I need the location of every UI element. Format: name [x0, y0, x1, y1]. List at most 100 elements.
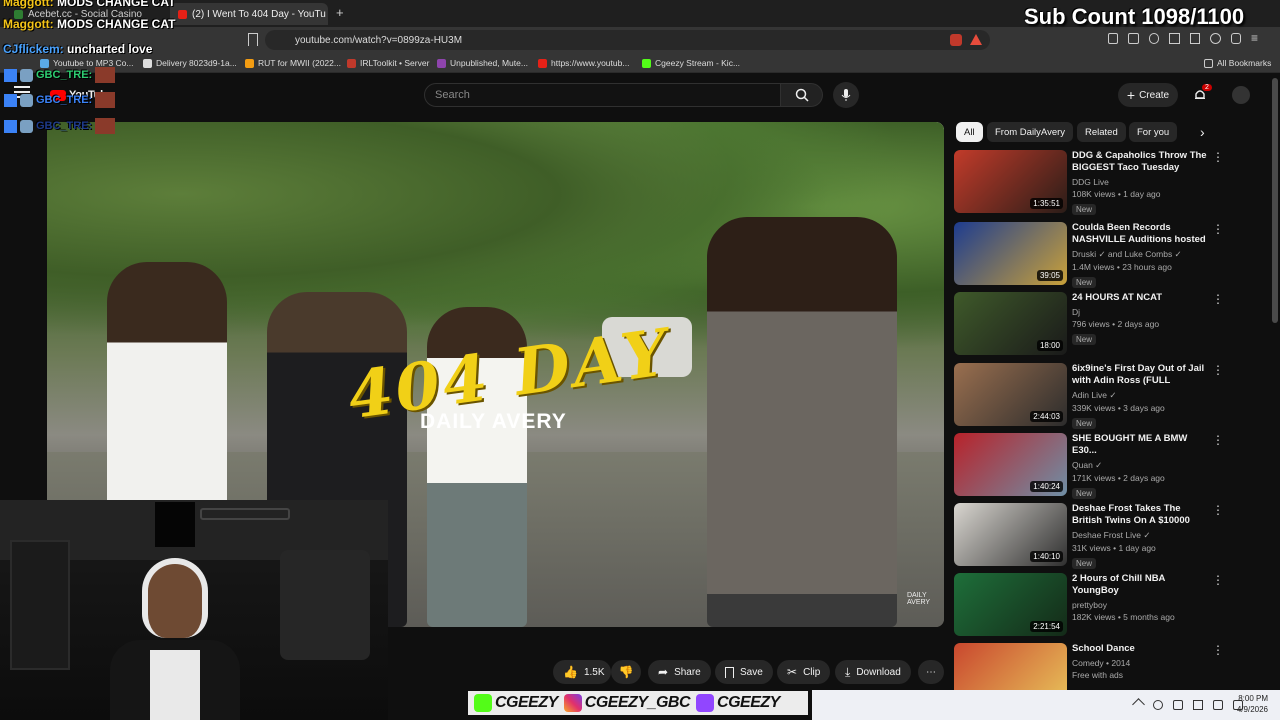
video-thumbnail[interactable]: 2:21:54 [954, 573, 1067, 636]
more-options-icon[interactable]: ⋮ [1212, 150, 1224, 164]
chevron-up-icon[interactable] [1132, 698, 1145, 711]
more-options-icon[interactable]: ⋮ [1212, 222, 1224, 236]
more-options-icon[interactable]: ⋮ [1212, 292, 1224, 306]
search-input[interactable]: Search [424, 83, 781, 107]
more-options-icon[interactable]: ⋮ [1212, 573, 1224, 587]
dislike-button[interactable]: 👎 [611, 660, 641, 684]
video-title[interactable]: Deshae Frost Takes The British Twins On … [1072, 503, 1208, 527]
avatar[interactable] [1232, 86, 1250, 104]
display-icon[interactable] [1193, 700, 1203, 710]
bookmark-favicon-icon [143, 58, 152, 68]
video-title[interactable]: School Dance [1072, 643, 1208, 655]
video-meta: 171K views • 2 days ago [1072, 473, 1165, 483]
extension-icon[interactable] [1128, 33, 1139, 44]
all-bookmarks[interactable]: All Bookmarks [1204, 56, 1271, 70]
new-tab-button[interactable]: + [336, 5, 344, 20]
channel-name[interactable]: DDG Live [1072, 177, 1208, 187]
leo-icon[interactable] [1210, 33, 1221, 44]
scrollbar-thumb[interactable] [1272, 78, 1278, 323]
new-badge: New [1072, 204, 1097, 215]
video-thumbnail[interactable]: 1:40:10 [954, 503, 1067, 566]
bookmark-item[interactable]: Cgeezy Stream - Kic... [642, 56, 740, 70]
like-button[interactable]: 👍 1.5K [553, 660, 611, 684]
video-thumbnail[interactable]: 1:40:24 [954, 433, 1067, 496]
bookmark-item[interactable]: https://www.youtub... [538, 56, 629, 70]
chip-related[interactable]: Related [1077, 122, 1126, 142]
bookmark-item[interactable]: Unpublished, Mute... [437, 56, 528, 70]
sidebar-icon[interactable] [1169, 33, 1180, 44]
bookmark-item[interactable]: Delivery 8023d9-1a... [143, 56, 237, 70]
url-bar[interactable]: youtube.com/watch?v=0899za-HU3M [265, 30, 990, 50]
duration-badge: 2:21:54 [1030, 621, 1063, 632]
chevron-right-icon[interactable]: › [1200, 124, 1205, 140]
tab-youtube[interactable]: (2) I Went To 404 Day - YouTu × [170, 3, 328, 25]
video-title[interactable]: SHE BOUGHT ME A BMW E30... [1072, 433, 1208, 457]
video-title[interactable]: Coulda Been Records NASHVILLE Auditions … [1072, 222, 1208, 246]
channel-name[interactable]: Deshae Frost Live ✓ [1072, 530, 1208, 541]
extension-icon[interactable] [1108, 33, 1119, 44]
more-options-icon[interactable]: ⋮ [1212, 433, 1224, 447]
recommendation-item[interactable]: 1:40:24 SHE BOUGHT ME A BMW E30... Quan ✓ 1… [954, 433, 1224, 499]
brave-shield-icon[interactable] [950, 34, 962, 46]
recommendation-item[interactable]: 2:44:03 6ix9ine's First Day Out of Jail w… [954, 363, 1224, 429]
share-button[interactable]: ➦ Share [648, 660, 711, 684]
channel-name[interactable]: Quan ✓ [1072, 460, 1208, 471]
vpn-icon[interactable] [1230, 33, 1241, 44]
download-button[interactable]: ⤓ Download [835, 660, 911, 684]
video-thumbnail[interactable]: 1:35:51 [954, 150, 1067, 213]
chip-for-you[interactable]: For you [1129, 122, 1178, 142]
video-title[interactable]: DDG & Capaholics Throw The BIGGEST Taco … [1072, 150, 1208, 174]
video-title[interactable]: 2 Hours of Chill NBA YoungBoy [1072, 573, 1208, 597]
recommendation-item[interactable]: 18:00 24 HOURS AT NCAT Dj 796 views • 2 day… [954, 292, 1224, 356]
search-button[interactable] [781, 83, 823, 107]
clock[interactable]: 8:00 PM 4/9/2026 [1226, 693, 1268, 715]
channel-name[interactable]: Dj [1072, 307, 1208, 317]
duration-badge: 2:44:03 [1030, 411, 1063, 422]
video-thumbnail[interactable]: 2:44:03 [954, 363, 1067, 426]
wifi-icon[interactable] [1213, 700, 1223, 710]
video-title[interactable]: 24 HOURS AT NCAT [1072, 292, 1208, 304]
chat-username: Maggott: [3, 17, 54, 31]
recommendation-item[interactable]: 1:35:51 DDG & Capaholics Throw The BIGGES… [954, 150, 1224, 215]
save-button[interactable]: Save [715, 660, 773, 684]
create-button[interactable]: + Create [1118, 83, 1178, 107]
clip-button[interactable]: ✂ Clip [777, 660, 831, 684]
clock-time: 8:00 PM [1238, 694, 1268, 703]
video-title[interactable]: 6ix9ine's First Day Out of Jail with Adi… [1072, 363, 1208, 387]
chip-all[interactable]: All [956, 122, 983, 142]
bookmark-icon [725, 666, 734, 678]
bookmark-item[interactable]: RUT for MWII (2022... [245, 56, 341, 70]
recommendation-item[interactable]: 39:05 Coulda Been Records NASHVILLE Audit… [954, 222, 1224, 288]
menu-icon[interactable]: ≡ [1251, 32, 1258, 47]
recommendation-item[interactable]: 2:21:54 2 Hours of Chill NBA YoungBoy pret… [954, 573, 1224, 637]
channel-name[interactable]: prettyboy [1072, 600, 1208, 610]
more-options-icon[interactable]: ⋮ [1212, 363, 1224, 377]
more-actions-button[interactable]: ⋯ [918, 660, 944, 684]
video-info: DDG & Capaholics Throw The BIGGEST Taco … [1072, 150, 1208, 217]
chat-message: CJflickem: uncharted love [3, 42, 152, 56]
notifications-button[interactable]: 2 [1193, 84, 1212, 102]
wallet-icon[interactable] [1189, 33, 1201, 44]
hamburger-menu-icon[interactable] [14, 86, 30, 88]
scissors-icon: ✂ [787, 665, 798, 679]
channel-name[interactable]: Adin Live ✓ [1072, 390, 1208, 401]
bookmark-item[interactable]: IRLToolkit • Server [347, 56, 429, 70]
network-icon[interactable] [1153, 700, 1163, 710]
chat-text: uncharted love [67, 42, 153, 56]
video-subtitle-overlay: DAILY AVERY [420, 410, 567, 433]
channel-name[interactable]: Druski ✓ and Luke Combs ✓ [1072, 249, 1208, 260]
media-icon[interactable] [1148, 33, 1160, 44]
chip-label: All [964, 126, 975, 138]
rewards-icon[interactable] [970, 34, 982, 45]
video-thumbnail[interactable]: 39:05 [954, 222, 1067, 285]
chip-from-dailyavery[interactable]: From DailyAvery [987, 122, 1074, 142]
bookmark-star-icon[interactable] [248, 33, 258, 46]
channel-name[interactable]: Comedy • 2014 [1072, 658, 1208, 668]
more-options-icon[interactable]: ⋮ [1212, 643, 1224, 657]
voice-search-button[interactable] [833, 82, 859, 108]
video-thumbnail[interactable]: 18:00 [954, 292, 1067, 355]
like-count: 1.5K [583, 666, 605, 678]
mic-icon[interactable] [1173, 700, 1183, 710]
recommendation-item[interactable]: 1:40:10 Deshae Frost Takes The British Tw… [954, 503, 1224, 569]
more-options-icon[interactable]: ⋮ [1212, 503, 1224, 517]
